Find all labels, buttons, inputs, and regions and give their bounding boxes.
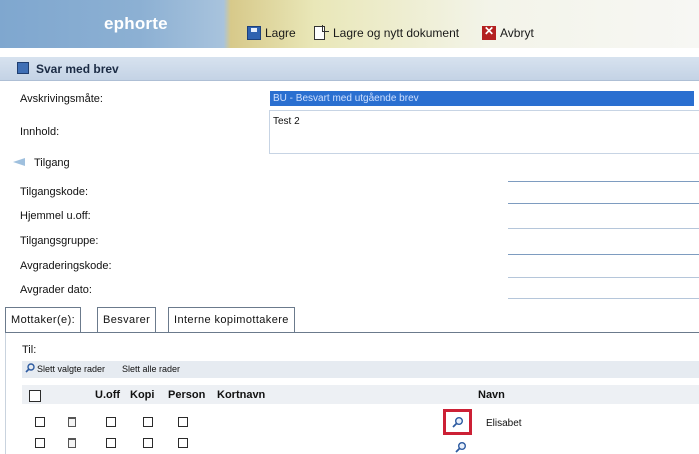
select-all-checkbox[interactable] bbox=[29, 390, 41, 402]
tab-mottakere[interactable]: Mottaker(e): bbox=[5, 307, 82, 332]
avgrader-dato-field[interactable] bbox=[508, 298, 699, 299]
trash-icon[interactable] bbox=[68, 438, 76, 448]
lookup-recipient-icon[interactable] bbox=[455, 441, 467, 453]
save-icon bbox=[247, 26, 261, 40]
recipients-table-header bbox=[22, 385, 699, 404]
tilgangsgruppe-label: Tilgangsgruppe: bbox=[20, 235, 99, 247]
trash-icon[interactable] bbox=[68, 417, 76, 427]
tilgangsgruppe-field[interactable] bbox=[508, 228, 699, 229]
person-checkbox[interactable] bbox=[178, 417, 188, 427]
hjemmel-uoff-label: Hjemmel u.off: bbox=[20, 210, 91, 222]
tilgangskode-field[interactable] bbox=[508, 181, 699, 182]
innhold-label: Innhold: bbox=[20, 126, 60, 138]
page-titlebar: Svar med brev bbox=[0, 57, 699, 81]
avskrivingsmate-select[interactable]: BU - Besvart med utgående brev bbox=[270, 91, 694, 106]
delete-all-rows-link[interactable]: Slett alle rader bbox=[122, 364, 180, 374]
avgraderingskode-label: Avgraderingskode: bbox=[20, 260, 112, 272]
search-icon bbox=[25, 363, 35, 373]
save-and-new-document-label: Lagre og nytt dokument bbox=[333, 26, 460, 40]
column-uoff: U.off bbox=[95, 389, 121, 401]
column-navn: Navn bbox=[478, 389, 505, 401]
column-person: Person bbox=[168, 389, 206, 401]
page-title: Svar med brev bbox=[36, 62, 119, 76]
innhold-textarea[interactable] bbox=[269, 110, 699, 154]
kopi-checkbox[interactable] bbox=[143, 438, 153, 448]
uoff-checkbox[interactable] bbox=[106, 438, 116, 448]
delete-selected-rows-link[interactable]: Slett valgte rader bbox=[37, 364, 105, 374]
recipient-navn: Elisabet bbox=[486, 418, 522, 429]
cancel-button-label: Avbryt bbox=[500, 26, 534, 40]
save-button-label: Lagre bbox=[265, 26, 296, 40]
column-kortnavn: Kortnavn bbox=[217, 389, 266, 401]
column-kopi: Kopi bbox=[130, 389, 155, 401]
save-button[interactable]: Lagre bbox=[247, 24, 296, 42]
letter-icon bbox=[17, 62, 29, 74]
avgrader-dato-label: Avgrader dato: bbox=[20, 284, 92, 296]
row-select-checkbox[interactable] bbox=[35, 438, 45, 448]
tab-besvarer[interactable]: Besvarer bbox=[97, 307, 157, 332]
hjemmel-uoff-field[interactable] bbox=[508, 203, 699, 204]
avgraderingskode-field[interactable] bbox=[508, 254, 699, 255]
save-and-new-document-button[interactable]: Lagre og nytt dokument bbox=[314, 24, 459, 42]
kopi-checkbox[interactable] bbox=[143, 417, 153, 427]
new-document-icon bbox=[314, 26, 325, 40]
til-label: Til: bbox=[22, 344, 37, 356]
avskrivingsmate-label: Avskrivingsmåte: bbox=[20, 93, 103, 105]
person-checkbox[interactable] bbox=[178, 438, 188, 448]
tilgang-section-header[interactable]: Tilgang bbox=[34, 157, 70, 169]
avgraderingskode-divider bbox=[508, 277, 699, 278]
row-select-checkbox[interactable] bbox=[35, 417, 45, 427]
collapse-arrow-icon[interactable] bbox=[11, 157, 31, 167]
innhold-value: Test 2 bbox=[273, 116, 300, 127]
tab-interne-kopimottakere[interactable]: Interne kopimottakere bbox=[168, 307, 295, 332]
tilgangskode-label: Tilgangskode: bbox=[20, 186, 89, 198]
app-logo: ephorte bbox=[104, 14, 168, 33]
cancel-button[interactable]: Avbryt bbox=[482, 24, 534, 42]
cancel-icon bbox=[482, 24, 496, 40]
uoff-checkbox[interactable] bbox=[106, 417, 116, 427]
highlight-box bbox=[443, 409, 472, 435]
